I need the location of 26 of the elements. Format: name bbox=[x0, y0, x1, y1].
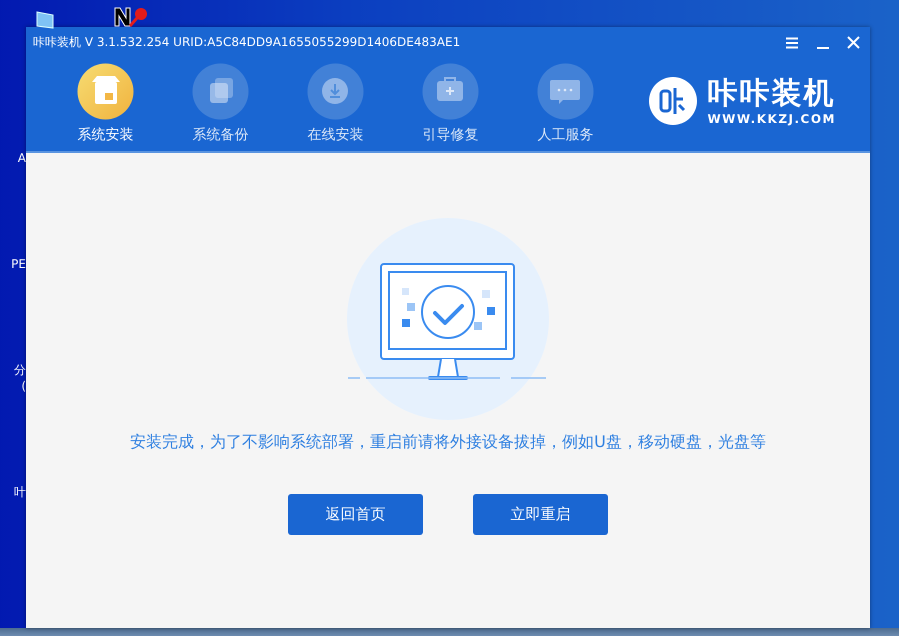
chat-icon bbox=[537, 63, 594, 120]
nav-tab[interactable]: 在线安装 bbox=[278, 57, 393, 144]
minimize-icon bbox=[816, 46, 830, 48]
nav-tab[interactable]: 引导修复 bbox=[393, 57, 508, 144]
nav-tab[interactable]: 系统安装 bbox=[48, 57, 163, 144]
desktop-icon-label[interactable]: 分 bbox=[14, 363, 26, 377]
desktop-icon-label[interactable]: PE bbox=[11, 257, 26, 271]
toolbox-icon bbox=[422, 63, 479, 120]
logo-name: 咔咔装机 bbox=[707, 76, 836, 112]
key-icon bbox=[113, 6, 149, 28]
menu-icon bbox=[785, 36, 799, 48]
logo-icon bbox=[649, 77, 698, 125]
desktop-icon-label[interactable]: ( bbox=[21, 379, 26, 393]
download-icon bbox=[307, 63, 364, 120]
status-message: 安装完成，为了不影响系统部署，重启前请将外接设备拔掉，例如U盘，移动硬盘，光盘等 bbox=[130, 432, 766, 453]
stacked-windows-icon bbox=[192, 63, 249, 120]
nav-tab[interactable]: 系统备份 bbox=[163, 57, 278, 144]
desktop-icon-label[interactable]: A bbox=[18, 151, 26, 165]
box-icon bbox=[77, 63, 134, 120]
close-icon bbox=[847, 36, 860, 48]
nav-tab[interactable]: 人工服务 bbox=[508, 57, 623, 144]
logo-url: WWW.KKZJ.COM bbox=[707, 112, 836, 126]
desktop-icon-label[interactable]: 叶 bbox=[14, 485, 26, 499]
window-title: 咔咔装机 V 3.1.532.254 URID:A5C84DD9A1655055299D1406DE483AE1 bbox=[33, 34, 460, 50]
action-button[interactable]: 返回首页 bbox=[288, 494, 423, 535]
action-button[interactable]: 立即重启 bbox=[473, 494, 608, 535]
